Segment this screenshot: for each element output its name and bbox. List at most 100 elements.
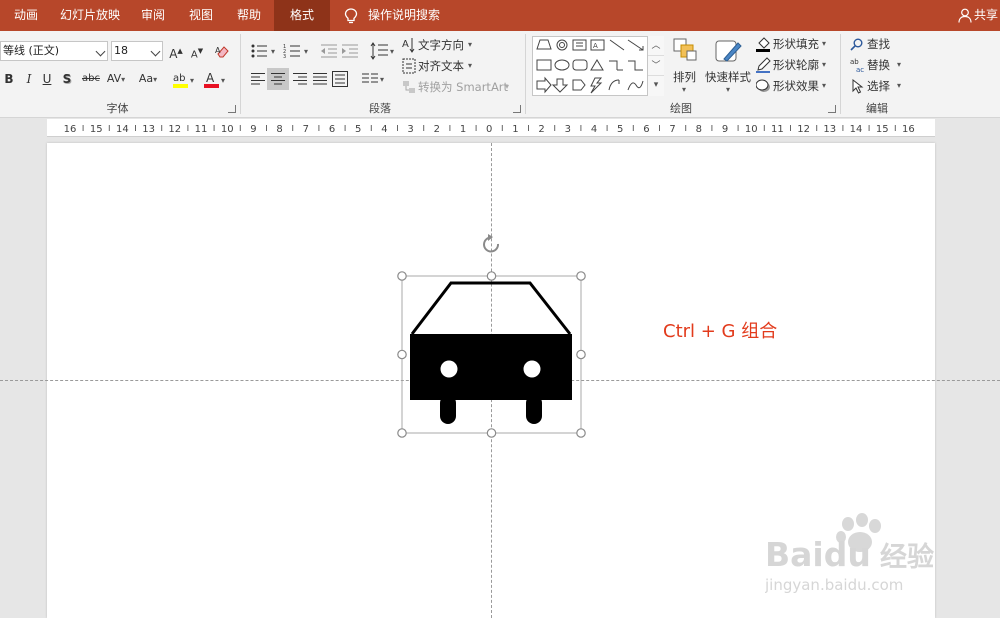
replace-label: 替换 (867, 58, 890, 72)
ruler-scale: 16 15 14 13 12 11 10 9 8 7 6 5 4 3 2 1 0 1 2 3 4 5 6 7 8 9 10 11 12 1… (64, 124, 915, 135)
line-spacing-icon[interactable]: ▾ (370, 42, 396, 60)
gallery-scrollbar[interactable]: ︿ ﹀ ▾ (647, 36, 664, 96)
columns-icon[interactable]: ▾ (361, 72, 387, 86)
shape-fill-button[interactable]: 形状填充 ▾ (756, 34, 834, 54)
tab-slideshow[interactable]: 幻灯片放映 (52, 0, 128, 31)
car-wheel-right (526, 395, 542, 424)
replace-button[interactable]: ab ac 替换 ▾ (850, 55, 910, 75)
resize-handle[interactable] (576, 349, 586, 360)
tab-review[interactable]: 审阅 (128, 0, 178, 31)
convert-smartart-label: 转换为 SmartArt (418, 80, 509, 94)
change-case-button[interactable]: Aa▾ (133, 69, 163, 89)
ribbon: 等线 (正文) 18 A▲ A▼ A B I U S abc AV▾ Aa▾ a… (0, 31, 1000, 118)
font-color-icon: A ▾ (204, 71, 225, 88)
quick-styles-button[interactable]: 快速样式 ▾ (704, 37, 752, 97)
align-right-icon[interactable] (292, 72, 308, 86)
car-roof (410, 281, 572, 335)
shapes-gallery[interactable]: A (532, 36, 664, 96)
increase-indent-icon[interactable] (341, 43, 359, 59)
font-name-combo[interactable]: 等线 (正文) (0, 41, 108, 61)
ruler-label: 11 (771, 124, 784, 135)
gallery-down-icon[interactable]: ﹀ (648, 56, 664, 76)
svg-text:▾: ▾ (390, 47, 394, 56)
shape-effects-icon (756, 79, 770, 92)
ruler-label: 4 (591, 124, 597, 135)
align-text-button[interactable]: 对齐文本 ▾ (402, 56, 492, 76)
bullets-icon[interactable]: ▾ (250, 43, 280, 59)
select-label: 选择 (867, 79, 890, 93)
chevron-down-icon: ▾ (726, 85, 731, 94)
shape-effects-button[interactable]: 形状效果 ▾ (756, 76, 834, 96)
svg-text:A: A (206, 71, 215, 85)
paragraph-group-label: 段落 (369, 102, 391, 115)
align-center-button[interactable] (267, 68, 289, 90)
font-size-combo[interactable]: 18 (111, 41, 163, 61)
chevron-down-icon (150, 46, 161, 57)
grow-font-button[interactable]: A▲ (167, 41, 185, 61)
highlight-color-button[interactable]: ab ▾ (172, 70, 198, 90)
search-icon (850, 38, 863, 51)
font-size-value: 18 (114, 44, 128, 57)
ruler-label: 16 (902, 124, 915, 135)
ruler-label: 12 (797, 124, 810, 135)
font-dialog-launcher-icon[interactable] (228, 105, 236, 113)
lightbulb-icon (344, 8, 358, 24)
bold-button[interactable]: B (2, 69, 16, 89)
align-left-icon[interactable] (250, 72, 266, 86)
svg-text:▾: ▾ (380, 75, 384, 84)
tab-animations[interactable]: 动画 (0, 0, 52, 31)
car-headlight-left (440, 360, 458, 378)
text-direction-button[interactable]: A 文字方向 ▾ (402, 35, 492, 55)
paragraph-dialog-launcher-icon[interactable] (513, 105, 521, 113)
arrange-button[interactable]: 排列 ▾ (668, 37, 702, 97)
justify-icon[interactable] (312, 72, 328, 86)
char-spacing-button[interactable]: AV▾ (103, 69, 129, 89)
numbering-icon[interactable]: 1 2 3 ▾ (283, 43, 313, 59)
tab-help[interactable]: 帮助 (224, 0, 274, 31)
resize-handle[interactable] (486, 428, 497, 438)
ruler-label: 16 (64, 124, 77, 135)
resize-handle[interactable] (576, 428, 586, 438)
shape-outline-button[interactable]: 形状轮廓 ▾ (756, 55, 834, 75)
ruler-label: 10 (745, 124, 758, 135)
resize-handle[interactable] (397, 271, 407, 281)
font-name-value: 等线 (正文) (3, 44, 60, 57)
gallery-up-icon[interactable]: ︿ (648, 36, 664, 56)
distributed-icon[interactable] (332, 71, 348, 87)
strikethrough-button[interactable]: abc (80, 69, 102, 89)
resize-handle[interactable] (397, 349, 407, 360)
select-button[interactable]: 选择 ▾ (850, 76, 910, 96)
chevron-down-icon: ▾ (682, 85, 687, 94)
tab-format[interactable]: 格式 (274, 0, 330, 31)
resize-handle[interactable] (397, 428, 407, 438)
tab-view[interactable]: 视图 (178, 0, 224, 31)
drawing-dialog-launcher-icon[interactable] (828, 105, 836, 113)
svg-text:A: A (402, 39, 409, 50)
resize-handle[interactable] (576, 271, 586, 281)
italic-button[interactable]: I (22, 69, 36, 89)
clear-formatting-icon[interactable]: A (215, 44, 231, 60)
tell-me-label: 操作说明搜索 (368, 8, 441, 22)
decrease-indent-icon[interactable] (320, 43, 338, 59)
gallery-more-icon[interactable]: ▾ (648, 76, 664, 94)
car-headlight-right (523, 360, 541, 378)
grouped-car-shape[interactable] (390, 230, 595, 445)
underline-button[interactable]: U (40, 69, 54, 89)
shrink-font-button[interactable]: A▼ (188, 41, 206, 61)
chevron-down-icon: ▾ (897, 81, 902, 90)
resize-handle[interactable] (486, 271, 497, 281)
rotate-handle-icon[interactable] (483, 234, 500, 253)
shadow-button[interactable]: S (60, 69, 74, 89)
font-color-button[interactable]: A ▾ (203, 70, 229, 90)
shapes-grid-icon: A (536, 39, 644, 94)
ruler-label: 8 (276, 124, 282, 135)
smartart-icon (403, 81, 415, 93)
ruler-label: 5 (355, 124, 361, 135)
highlighter-icon: ab ▾ (173, 73, 194, 88)
chevron-down-icon: ▾ (822, 81, 827, 90)
pen-icon (756, 57, 771, 73)
svg-text:ab: ab (173, 73, 185, 84)
find-button[interactable]: 查找 (850, 34, 910, 54)
convert-smartart-button[interactable]: 转换为 SmartArt ▾ (402, 77, 517, 97)
ruler-label: 5 (617, 124, 623, 135)
